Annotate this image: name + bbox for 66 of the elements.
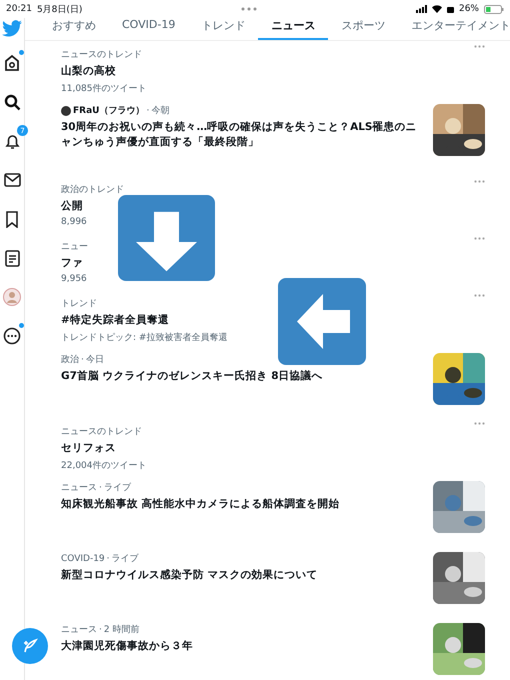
separator-dot: · [81, 354, 84, 364]
tab[interactable]: スポーツ [328, 18, 398, 40]
tab[interactable]: エンターテイメント [398, 18, 510, 40]
battery-icon [484, 4, 504, 14]
category-label: ニュース [61, 624, 97, 636]
category-label: トレンド [61, 298, 97, 310]
wifi-icon [432, 5, 442, 13]
trend-title[interactable]: #特定失踪者全員奪還 [61, 313, 486, 328]
bird-logo-icon[interactable] [1, 20, 23, 38]
compose-button[interactable] [12, 628, 48, 664]
news-headline[interactable]: G7首脳 ウクライナのゼレンスキー氏招き 8日協議へ [61, 369, 420, 384]
time-label: 2 時間前 [104, 624, 140, 636]
trend-meta: 22,004件のツイート [61, 460, 148, 472]
time-label: ライブ [112, 552, 139, 565]
bell-icon[interactable] [4, 132, 20, 150]
battery-percent: 26% [458, 4, 479, 14]
trend-title[interactable]: ファ [61, 256, 486, 272]
more-options-icon[interactable] [474, 237, 486, 240]
more-options-icon[interactable] [474, 422, 486, 425]
bookmark-icon[interactable] [5, 210, 19, 228]
source-name[interactable]: FRaU（フラウ） [73, 104, 144, 117]
separator-dot: · [99, 624, 102, 634]
category-label: ニュースのトレンド [61, 49, 142, 61]
signal-icon [416, 5, 427, 13]
news-headline[interactable]: 30周年のお祝いの声も続々…呼吸の確保は声を失うこと？ALS罹患のニャンちゅう声優が直面する「最終段階」 [61, 120, 420, 150]
more-options-icon[interactable] [474, 180, 486, 183]
trend-meta: 11,085件のツイート [61, 82, 148, 96]
home-icon[interactable] [3, 54, 21, 72]
more-options-icon[interactable] [474, 294, 486, 297]
news-headline[interactable]: 新型コロナウイルス感染予防 マスクの効果について [61, 568, 420, 584]
lock-icon [446, 5, 454, 13]
category-label: ニュース [61, 482, 97, 494]
category-label: COVID-19 [61, 554, 105, 564]
tab[interactable]: ニュース [258, 18, 328, 40]
separator-dot: · [106, 554, 110, 564]
separator-dot: · [99, 482, 102, 492]
news-headline[interactable]: 知床観光船事故 高性能水中カメラによる船体調査を開始 [61, 497, 420, 512]
trend-meta: トレンドトピック: #拉致被害者全員奪還 [61, 332, 228, 344]
trend-title[interactable]: 山梨の高校 [61, 64, 486, 80]
trend-meta: 8,996 [61, 217, 88, 228]
more-icon[interactable] [3, 327, 21, 345]
trend-title[interactable]: セリフォス [61, 441, 486, 456]
search-icon[interactable] [4, 94, 20, 110]
mail-icon[interactable] [4, 173, 20, 187]
more-options-icon[interactable] [474, 45, 486, 48]
tab[interactable]: COVID-19 [109, 18, 188, 40]
tab[interactable]: おすすめ [39, 18, 109, 40]
source-avatar-icon [61, 106, 71, 116]
category-label: 政治のトレンド [61, 184, 124, 196]
tab[interactable]: トレンド [188, 18, 258, 40]
time-label: 今朝 [151, 104, 170, 117]
category-label: 政治 [61, 354, 79, 366]
category-label: ニュースのトレンド [61, 426, 142, 438]
status-date: 5月8日(日) [36, 4, 82, 16]
news-headline[interactable]: 大津園児死傷事故から３年 [61, 639, 420, 654]
list-icon[interactable] [4, 250, 20, 266]
multitask-dots-icon [241, 7, 258, 11]
separator-dot: · [146, 106, 150, 116]
avatar-icon[interactable] [3, 288, 21, 306]
status-time: 20:21 [6, 4, 32, 14]
time-label: 今日 [86, 354, 104, 366]
trend-title[interactable]: 公開 [61, 199, 486, 214]
trend-meta: 9,956 [61, 274, 88, 284]
category-label: ニュー [61, 241, 88, 253]
feather-plus-icon [22, 638, 38, 654]
time-label: ライブ [104, 482, 131, 494]
